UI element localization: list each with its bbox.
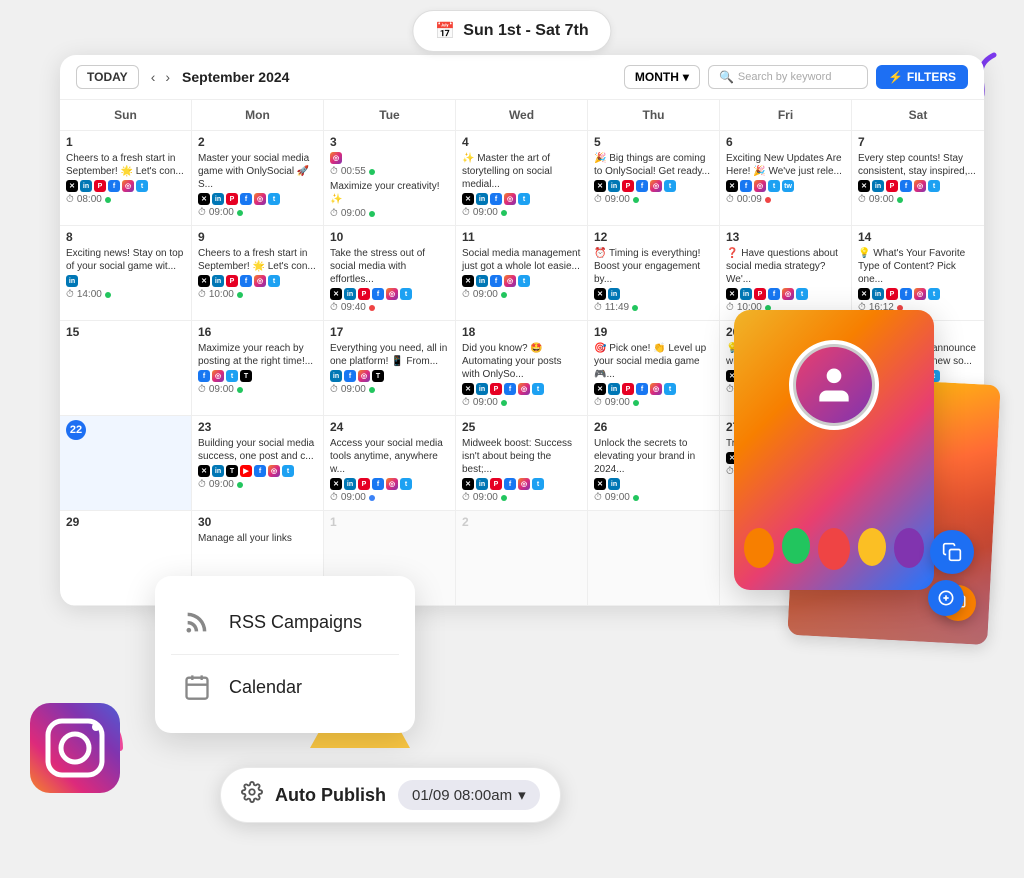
day-header-fri: Fri	[720, 100, 852, 131]
day-header-mon: Mon	[192, 100, 324, 131]
cell-sep-10[interactable]: 10 Take the stress out of social media w…	[324, 226, 456, 321]
cell-oct-2[interactable]: 2	[456, 511, 588, 606]
instagram-icon	[30, 703, 120, 793]
cell-sep-4[interactable]: 4 ✨ Master the art of storytelling on so…	[456, 131, 588, 226]
fab-copy-button[interactable]	[930, 530, 974, 574]
date-range-pill: 📅 Sun 1st - Sat 7th	[412, 10, 611, 52]
x-icon: ✕	[66, 180, 78, 192]
cell-sep-13[interactable]: 13 ❓ Have questions about social media s…	[720, 226, 852, 321]
cell-sep-1[interactable]: 1 Cheers to a fresh start in September! …	[60, 131, 192, 226]
popup-menu: RSS Campaigns Calendar	[155, 576, 415, 733]
prev-month-button[interactable]: ‹	[147, 67, 160, 87]
cell-sep-25[interactable]: 25 Midweek boost: Success isn't about be…	[456, 416, 588, 511]
cell-sep-22[interactable]: 22	[60, 416, 192, 511]
balloon-decoration	[744, 528, 924, 570]
day-header-wed: Wed	[456, 100, 588, 131]
cell-sep-16[interactable]: 16 Maximize your reach by posting at the…	[192, 321, 324, 416]
calendar-header-left: TODAY ‹ › September 2024	[76, 65, 289, 89]
popup-divider	[171, 654, 399, 655]
profile-overlay-card	[734, 310, 934, 590]
month-year-label: September 2024	[182, 69, 289, 85]
cell-sep-3[interactable]: 3 ◎ ⏱ 00:55 Maximize your creativity! ✨ …	[324, 131, 456, 226]
day-headers-row: Sun Mon Tue Wed Thu Fri Sat	[60, 100, 984, 131]
day-header-sat: Sat	[852, 100, 984, 131]
profile-icon	[796, 347, 872, 423]
next-month-button[interactable]: ›	[161, 67, 174, 87]
auto-publish-label: Auto Publish	[275, 785, 386, 806]
profile-background	[734, 310, 934, 590]
filter-icon: ⚡	[888, 70, 903, 84]
cell-sep-12[interactable]: 12 ⏰ Timing is everything! Boost your en…	[588, 226, 720, 321]
day-header-thu: Thu	[588, 100, 720, 131]
calendar-header: TODAY ‹ › September 2024 MONTH ▾ 🔍 Searc…	[60, 55, 984, 100]
cell-sep-23[interactable]: 23 Building your social media success, o…	[192, 416, 324, 511]
calendar-header-right: MONTH ▾ 🔍 Search by keyword ⚡ FILTERS	[624, 65, 968, 89]
cell-sep-26[interactable]: 26 Unlock the secrets to elevating your …	[588, 416, 720, 511]
profile-avatar-ring	[789, 340, 879, 430]
calendar-label: Calendar	[229, 677, 302, 698]
cell-sep-8[interactable]: 8 Exciting news! Stay on top of your soc…	[60, 226, 192, 321]
cell-sep-14[interactable]: 14 💡 What's Your Favorite Type of Conten…	[852, 226, 984, 321]
cell-sep-15[interactable]: 15	[60, 321, 192, 416]
auto-publish-chevron: ▾	[518, 786, 526, 804]
clock-icon: ⏱	[66, 194, 74, 205]
cell-sep-17[interactable]: 17 Everything you need, all in one platf…	[324, 321, 456, 416]
cell-sep-19[interactable]: 19 🎯 Pick one! 👏 Level up your social me…	[588, 321, 720, 416]
fab-add-button[interactable]	[928, 580, 964, 616]
status-dot-green	[105, 197, 111, 203]
cell-sep-2[interactable]: 2 Master your social media game with Onl…	[192, 131, 324, 226]
rss-icon	[179, 604, 215, 640]
cell-sep-5[interactable]: 5 🎉 Big things are coming to OnlySocial!…	[588, 131, 720, 226]
search-box[interactable]: 🔍 Search by keyword	[708, 65, 868, 89]
twitter-icon: t	[136, 180, 148, 192]
auto-publish-pill[interactable]: Auto Publish 01/09 08:00am ▾	[220, 767, 561, 823]
week-2: 8 Exciting news! Stay on top of your soc…	[60, 226, 984, 321]
rss-label: RSS Campaigns	[229, 612, 362, 633]
calendar-popup-icon	[179, 669, 215, 705]
filters-button[interactable]: ⚡ FILTERS	[876, 65, 968, 89]
date-range-label: Sun 1st - Sat 7th	[463, 22, 588, 40]
cell-sep-24[interactable]: 24 Access your social media tools anytim…	[324, 416, 456, 511]
auto-publish-time-selector[interactable]: 01/09 08:00am ▾	[398, 780, 540, 810]
week-1: 1 Cheers to a fresh start in September! …	[60, 131, 984, 226]
pinterest-icon: P	[94, 180, 106, 192]
today-button[interactable]: TODAY	[76, 65, 139, 89]
auto-publish-time-value: 01/09 08:00am	[412, 787, 512, 804]
cell-sep-7[interactable]: 7 Every step counts! Stay consistent, st…	[852, 131, 984, 226]
cell-sep-9[interactable]: 9 Cheers to a fresh start in September! …	[192, 226, 324, 321]
nav-arrows: ‹ ›	[147, 67, 174, 87]
rss-campaigns-item[interactable]: RSS Campaigns	[171, 592, 399, 652]
calendar-icon: 📅	[435, 21, 455, 41]
cell-empty-1	[588, 511, 720, 606]
cell-sep-18[interactable]: 18 Did you know? 🤩 Automating your posts…	[456, 321, 588, 416]
auto-publish-gear-icon	[241, 781, 263, 809]
search-placeholder: Search by keyword	[738, 71, 832, 83]
cell-sep-11[interactable]: 11 Social media management just got a wh…	[456, 226, 588, 321]
cell-sep-6[interactable]: 6 Exciting New Updates Are Here! 🎉 We've…	[720, 131, 852, 226]
linkedin-icon: in	[80, 180, 92, 192]
view-dropdown[interactable]: MONTH ▾	[624, 65, 700, 89]
search-icon: 🔍	[719, 70, 734, 84]
day-header-tue: Tue	[324, 100, 456, 131]
facebook-icon: f	[108, 180, 120, 192]
instagram-icon-sm: ◎	[122, 180, 134, 192]
day-header-sun: Sun	[60, 100, 192, 131]
calendar-item[interactable]: Calendar	[171, 657, 399, 717]
